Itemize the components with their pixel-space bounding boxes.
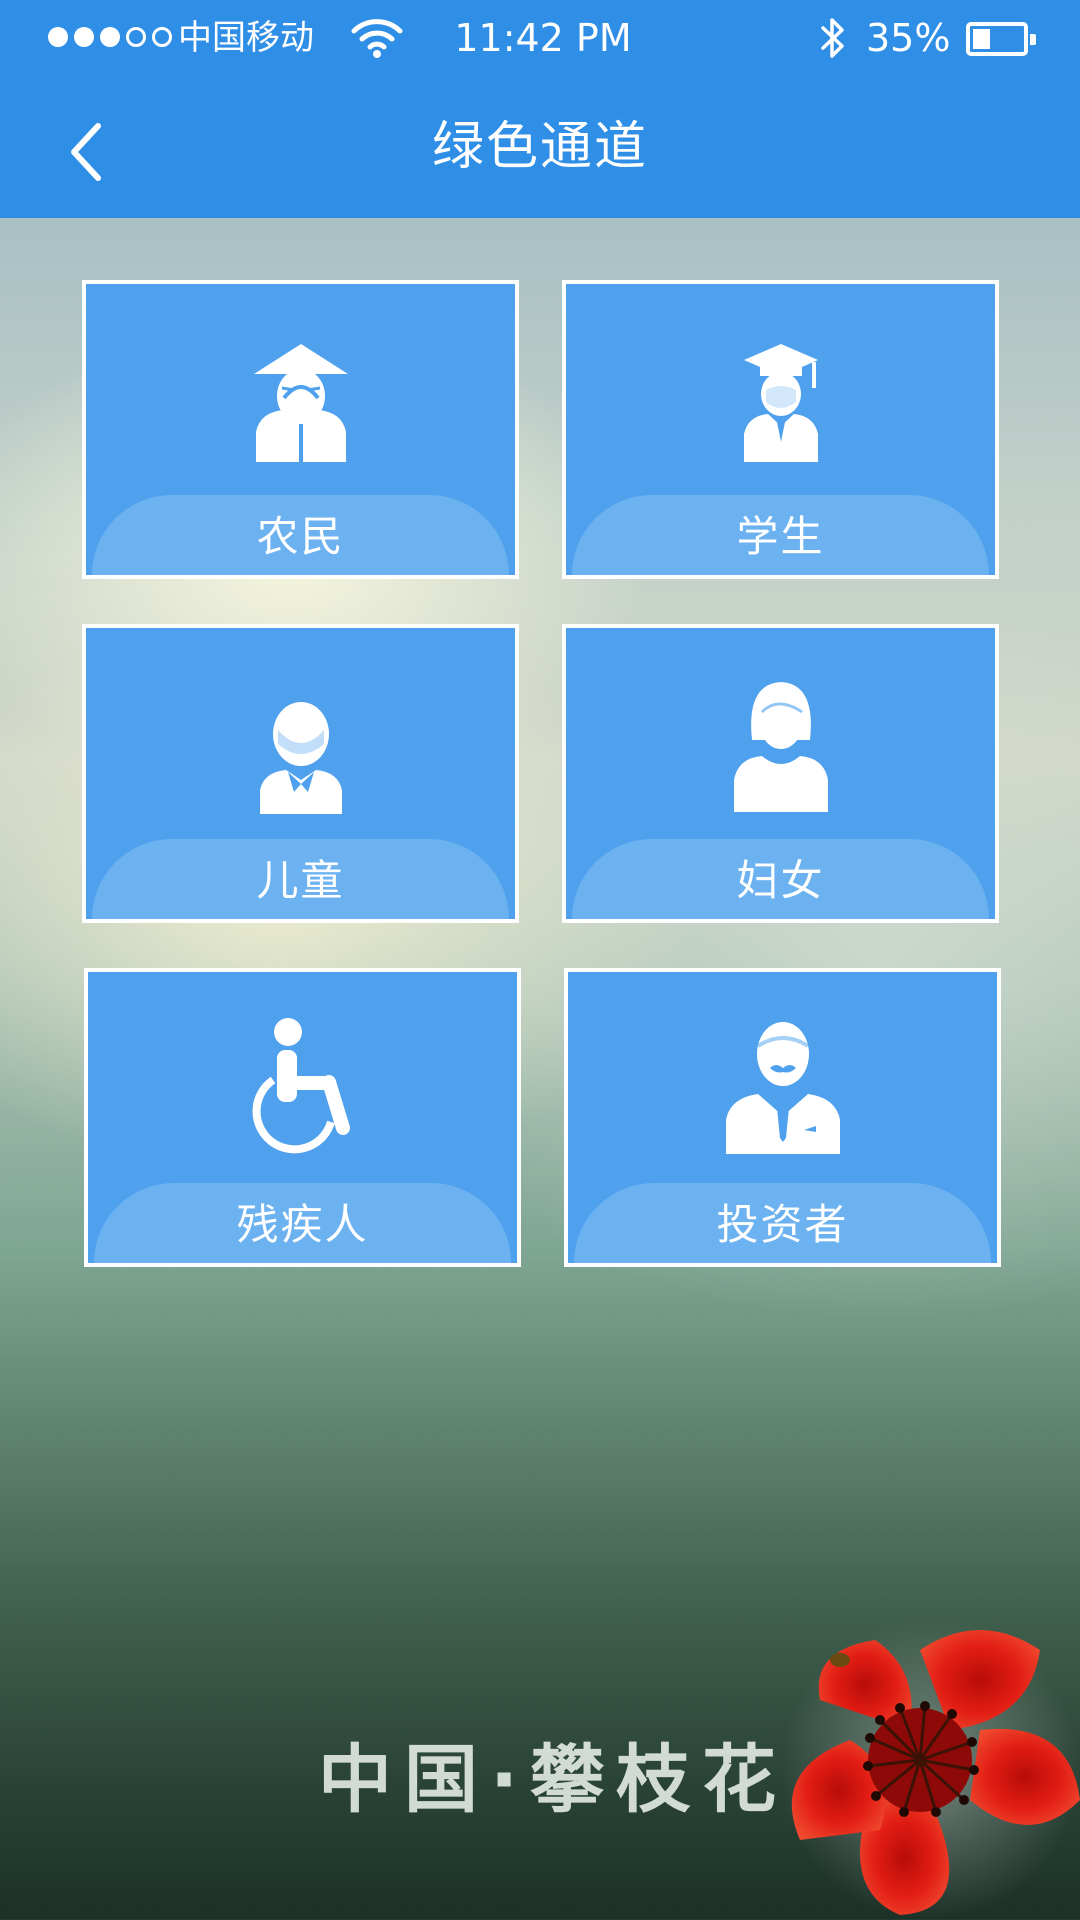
wheelchair-icon bbox=[88, 1016, 517, 1156]
navigation-bar: 绿色通道 bbox=[0, 80, 1080, 218]
category-tile-child[interactable]: 儿童 bbox=[82, 624, 519, 923]
category-tile-investor[interactable]: 投资者 bbox=[564, 968, 1001, 1267]
farmer-icon bbox=[86, 342, 515, 462]
tile-label: 残疾人 bbox=[236, 1200, 369, 1249]
brand-text: 中国·攀枝花 bbox=[318, 1737, 789, 1823]
tile-label: 妇女 bbox=[736, 856, 825, 905]
tile-label: 投资者 bbox=[716, 1200, 849, 1249]
battery-percentage: 35% bbox=[866, 16, 951, 60]
category-tile-disabled[interactable]: 残疾人 bbox=[84, 968, 521, 1267]
category-tile-farmer[interactable]: 农民 bbox=[82, 280, 519, 579]
tile-label: 农民 bbox=[256, 512, 345, 561]
battery-level-fill bbox=[973, 29, 990, 49]
child-icon bbox=[86, 694, 515, 814]
investor-icon bbox=[568, 1016, 997, 1156]
tile-label: 儿童 bbox=[256, 856, 345, 905]
tile-label: 学生 bbox=[736, 512, 825, 561]
category-tile-woman[interactable]: 妇女 bbox=[562, 624, 999, 923]
page-title: 绿色通道 bbox=[431, 117, 648, 177]
battery-icon bbox=[966, 22, 1036, 56]
woman-icon bbox=[566, 678, 995, 814]
kapok-flower-image bbox=[780, 1620, 1080, 1920]
status-bar: 中国移动 11:42 PM 35% bbox=[0, 0, 1080, 80]
student-icon bbox=[566, 342, 995, 462]
category-tile-student[interactable]: 学生 bbox=[562, 280, 999, 579]
bluetooth-icon bbox=[818, 14, 848, 68]
